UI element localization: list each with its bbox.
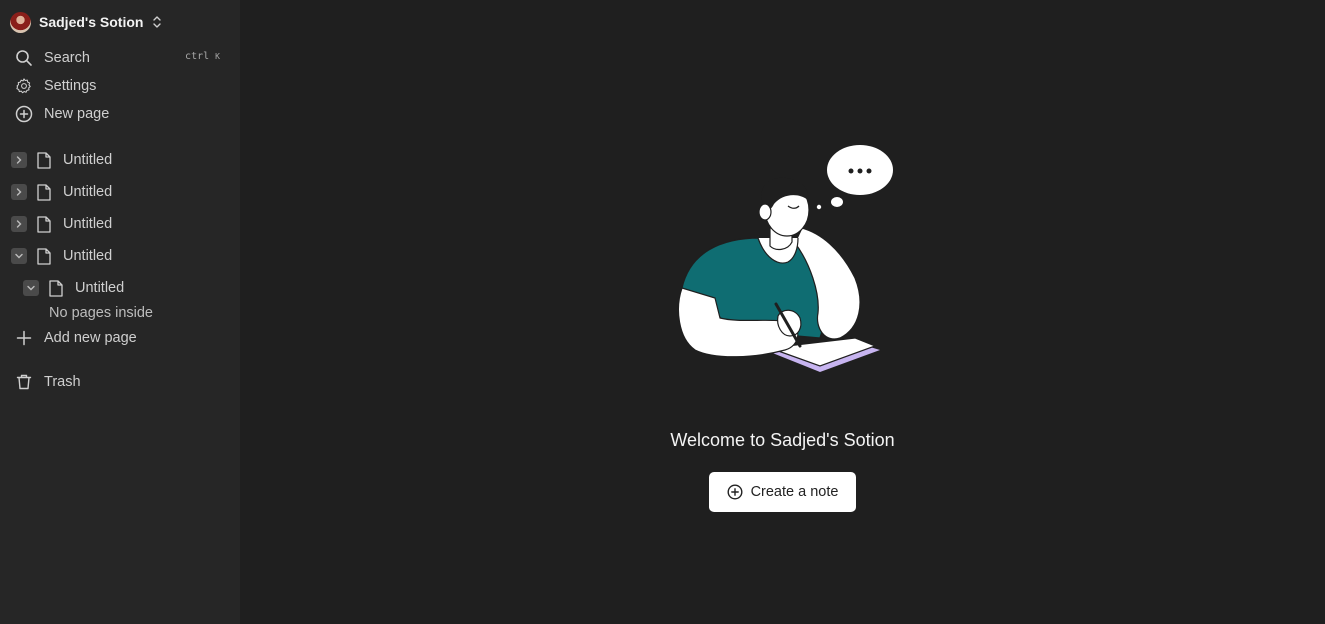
file-icon: [36, 151, 52, 169]
new-page-menu-item[interactable]: New page: [14, 104, 226, 124]
plus-circle-icon: [727, 484, 743, 500]
page-item[interactable]: Untitled: [11, 246, 112, 266]
welcome-title: Welcome to Sadjed's Sotion: [670, 430, 895, 450]
search-shortcut: ctrl K: [185, 51, 220, 62]
page-item[interactable]: Untitled: [11, 150, 112, 170]
page-title: Untitled: [63, 184, 113, 200]
chevron-updown-icon: [153, 16, 162, 28]
page-title: Untitled: [63, 152, 113, 168]
chevron-right-icon: [16, 188, 22, 196]
page-item-nested[interactable]: Untitled: [23, 278, 124, 298]
sidebar: Sadjed's Sotion Search ctrl K Settings N…: [0, 0, 240, 624]
chevron-right-icon: [16, 156, 22, 164]
page-item[interactable]: Untitled: [11, 214, 112, 234]
expand-toggle[interactable]: [11, 216, 27, 232]
no-pages-inside-text: No pages inside: [49, 305, 153, 321]
avatar: [10, 11, 31, 33]
page-title: Untitled: [75, 280, 125, 296]
file-icon: [48, 279, 64, 297]
file-icon: [36, 215, 52, 233]
collapse-toggle[interactable]: [23, 280, 39, 296]
workspace-switcher[interactable]: Sadjed's Sotion: [10, 11, 163, 33]
add-new-page-label: Add new page: [44, 330, 137, 346]
trash-icon: [14, 372, 34, 392]
chevron-down-icon: [27, 285, 35, 291]
plus-icon: [14, 328, 34, 348]
collapse-toggle[interactable]: [11, 248, 27, 264]
file-icon: [36, 183, 52, 201]
expand-toggle[interactable]: [11, 184, 27, 200]
plus-circle-icon: [14, 104, 34, 124]
page-title: Untitled: [63, 248, 113, 264]
page-title: Untitled: [63, 216, 113, 232]
workspace-name: Sadjed's Sotion: [39, 14, 144, 30]
search-menu-item[interactable]: Search ctrl K: [14, 48, 226, 68]
search-label: Search: [44, 50, 90, 66]
create-note-label: Create a note: [750, 484, 839, 500]
settings-label: Settings: [44, 78, 97, 94]
new-page-label: New page: [44, 106, 110, 122]
file-icon: [36, 247, 52, 265]
add-new-page-button[interactable]: Add new page: [14, 328, 226, 348]
page-item[interactable]: Untitled: [11, 182, 112, 202]
settings-menu-item[interactable]: Settings: [14, 76, 226, 96]
trash-label: Trash: [44, 374, 81, 390]
trash-menu-item[interactable]: Trash: [14, 372, 226, 392]
chevron-down-icon: [15, 253, 23, 259]
create-note-button[interactable]: Create a note: [709, 472, 856, 512]
expand-toggle[interactable]: [11, 152, 27, 168]
chevron-right-icon: [16, 220, 22, 228]
search-icon: [14, 48, 34, 68]
thinking-person-illustration: [677, 145, 893, 372]
gear-icon: [14, 76, 34, 96]
